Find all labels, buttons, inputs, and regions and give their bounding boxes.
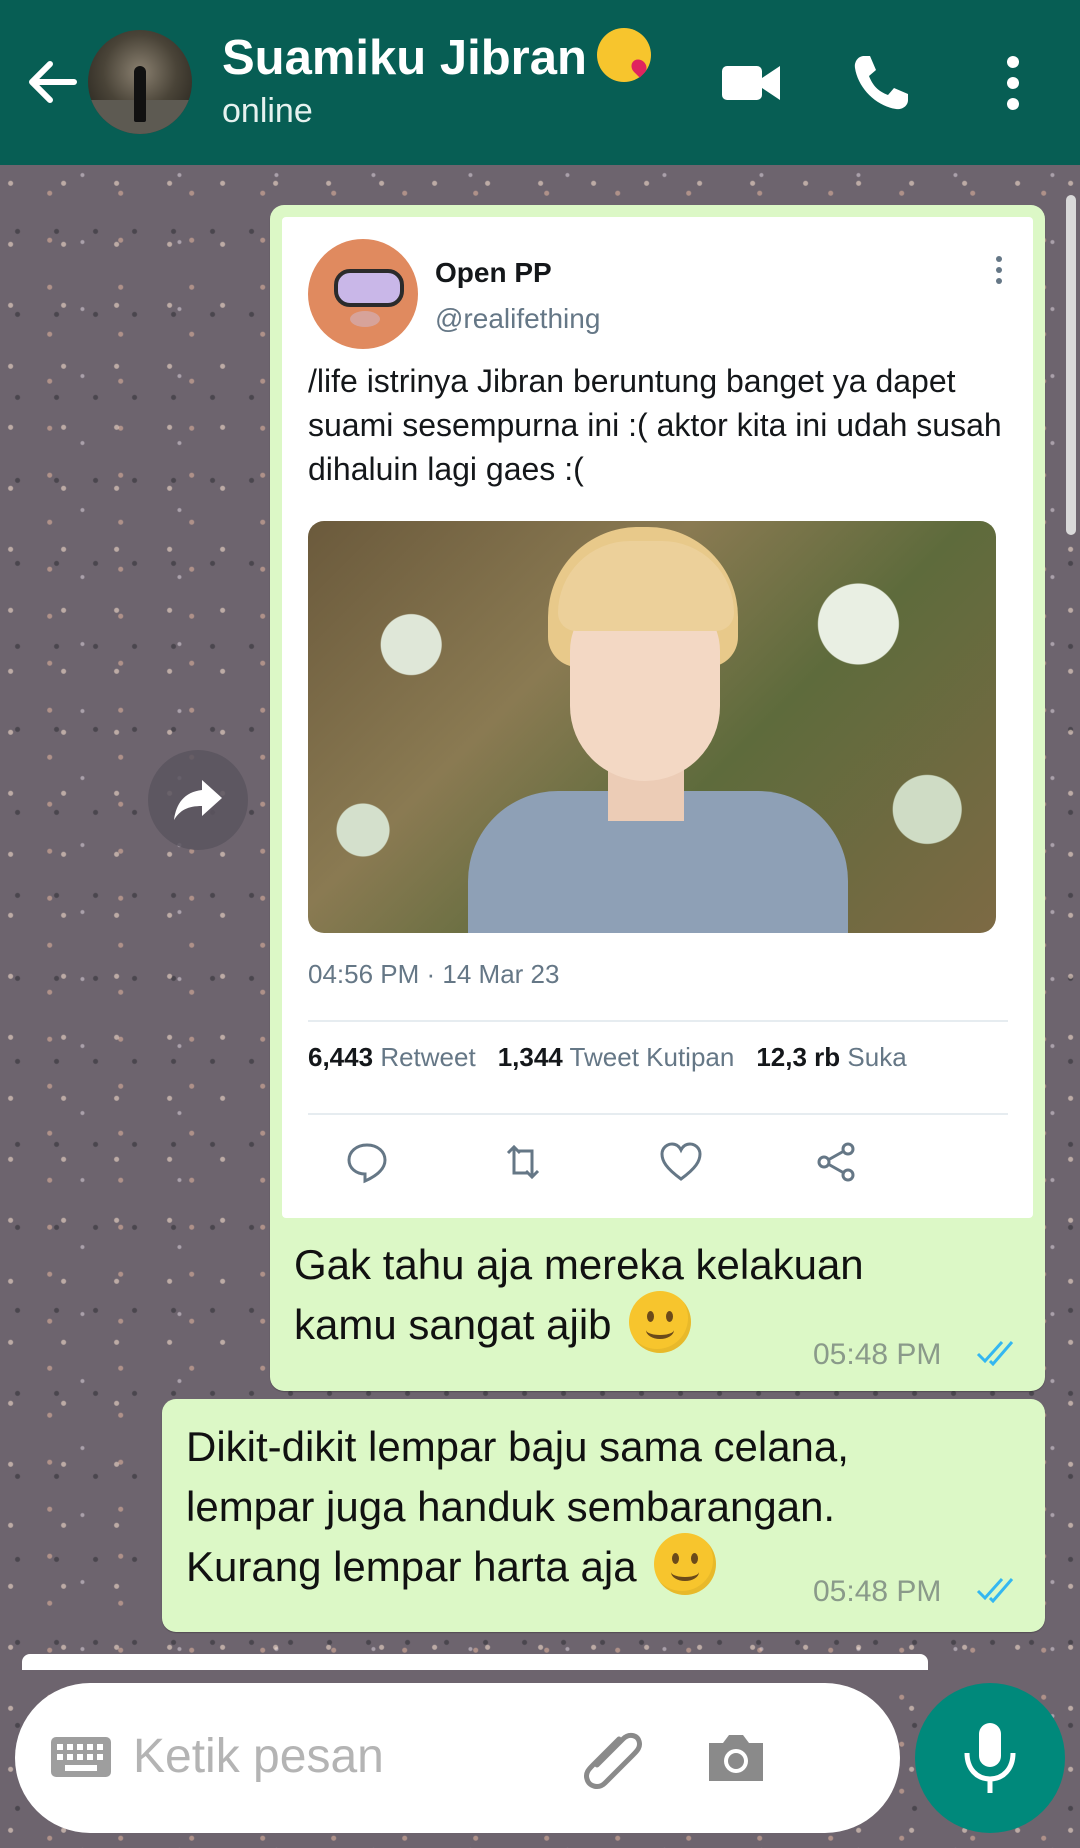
next-message-edge <box>22 1654 928 1670</box>
tweet-text: /life istrinya Jibran beruntung banget y… <box>308 363 1002 487</box>
attach-icon[interactable] <box>575 1721 651 1797</box>
contact-avatar[interactable] <box>88 30 192 134</box>
tweet-author-avatar <box>308 239 418 349</box>
message-text: Dikit-dikit lempar baju sama celana, lem… <box>186 1417 966 1601</box>
phone-icon[interactable] <box>848 50 914 116</box>
forward-arrow-icon <box>174 780 222 820</box>
chat-header: Suamiku Jibran online <box>0 0 1080 165</box>
outgoing-message[interactable]: Dikit-dikit lempar baju sama celana, lem… <box>162 1399 1045 1632</box>
camera-icon[interactable] <box>703 1725 769 1791</box>
more-options-icon[interactable] <box>980 50 1046 116</box>
tweet-timestamp: 04:56 PM · 14 Mar 23 <box>308 959 560 989</box>
like-icon <box>660 1142 702 1181</box>
message-input[interactable]: Ketik pesan <box>15 1683 900 1833</box>
share-icon <box>817 1142 855 1182</box>
read-ticks-icon <box>976 1340 1014 1366</box>
quote-label: Tweet Kutipan <box>569 1042 735 1072</box>
divider <box>308 1020 1008 1022</box>
scrollbar[interactable] <box>1066 195 1076 535</box>
back-arrow-icon[interactable] <box>22 52 82 112</box>
microphone-icon <box>964 1723 1016 1793</box>
tweet-more-icon <box>996 256 1002 284</box>
message-time: 05:48 PM <box>813 1575 942 1608</box>
reply-icon <box>347 1143 387 1184</box>
tweet-screenshot[interactable]: Open PP @realifething /life istrinya Jib… <box>282 217 1033 1218</box>
contact-status: online <box>222 92 313 130</box>
read-ticks-icon <box>976 1577 1014 1603</box>
voice-message-button[interactable] <box>915 1683 1065 1833</box>
divider <box>308 1113 1008 1115</box>
like-count: 12,3 rb <box>756 1042 841 1072</box>
tweet-photo <box>308 521 996 933</box>
retweet-count: 6,443 <box>308 1042 374 1072</box>
quote-count: 1,344 <box>497 1042 563 1072</box>
kiss-emoji <box>596 28 651 83</box>
tweet-author-name: Open PP <box>435 257 552 288</box>
slightly-smiling-emoji <box>629 1290 692 1353</box>
message-placeholder: Ketik pesan <box>133 1730 384 1783</box>
tweet-author-handle: @realifething <box>435 303 601 334</box>
contact-name[interactable]: Suamiku Jibran <box>222 28 651 88</box>
forward-button[interactable] <box>148 750 248 850</box>
like-label: Suka <box>847 1042 907 1072</box>
tweet-stats: 6,443 Retweet 1,344 Tweet Kutipan 12,3 rb … <box>308 1042 907 1073</box>
keyboard-icon[interactable] <box>49 1735 113 1779</box>
video-call-icon[interactable] <box>718 50 784 116</box>
retweet-icon <box>506 1144 540 1180</box>
slightly-smiling-emoji <box>654 1532 717 1595</box>
retweet-label: Retweet <box>380 1042 476 1072</box>
outgoing-message[interactable]: Open PP @realifething /life istrinya Jib… <box>270 205 1045 1391</box>
message-time: 05:48 PM <box>813 1338 942 1371</box>
